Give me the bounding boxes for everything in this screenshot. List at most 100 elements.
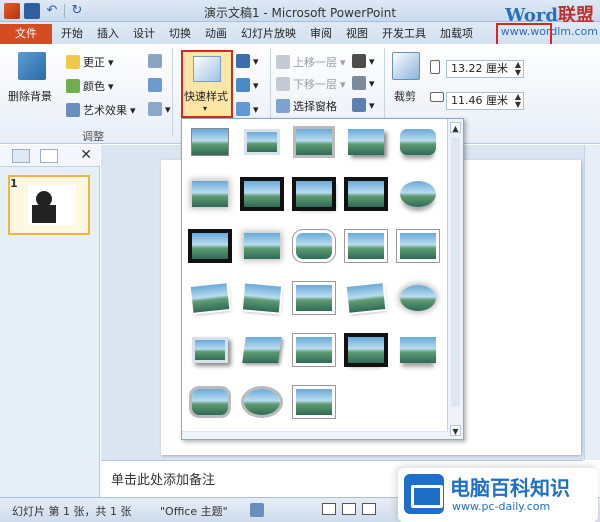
picture-border-button[interactable]: ▾: [236, 54, 259, 68]
tab-insert[interactable]: 插入: [90, 24, 126, 44]
remove-background-button[interactable]: 删除背景: [8, 88, 52, 104]
picture-style-preview: [296, 337, 332, 363]
picture-style-bevel-perspective-left-white[interactable]: [292, 333, 336, 367]
tab-home[interactable]: 开始: [54, 24, 90, 44]
color-icon: [66, 79, 80, 93]
tab-design[interactable]: 设计: [126, 24, 162, 44]
spellcheck-icon[interactable]: [250, 503, 264, 517]
picture-style-reflected-bevel-white[interactable]: [396, 333, 440, 367]
gallery-scrollbar[interactable]: ▲ ▼: [447, 119, 463, 439]
scroll-down-icon[interactable]: ▼: [450, 425, 461, 436]
format-tab-highlight: [496, 23, 552, 46]
bring-forward-button[interactable]: 上移一层 ▾: [276, 54, 346, 70]
tab-animations[interactable]: 动画: [198, 24, 234, 44]
normal-view-icon[interactable]: [322, 503, 336, 515]
picture-style-preview: [190, 283, 230, 313]
picture-style-preview: [244, 389, 280, 415]
align-button[interactable]: ▾: [352, 54, 375, 68]
picture-style-preview: [192, 389, 228, 415]
artistic-effects-button[interactable]: 艺术效果 ▾: [66, 102, 136, 118]
send-backward-icon: [276, 77, 290, 91]
picture-style-simple-frame-white[interactable]: [188, 125, 232, 159]
send-backward-button[interactable]: 下移一层 ▾: [276, 76, 346, 92]
tab-transitions[interactable]: 切换: [162, 24, 198, 44]
picture-style-reflected-perspective-right[interactable]: [240, 333, 284, 367]
thumbnail-picture: [28, 185, 76, 225]
picture-style-rounded-diagonal-corner-white[interactable]: [292, 229, 336, 263]
quick-styles-button[interactable]: 快速样式 ▾: [181, 50, 233, 118]
slide-count-status: 幻灯片 第 1 张，共 1 张: [12, 505, 132, 518]
theme-status[interactable]: "Office 主题": [160, 503, 228, 519]
picture-style-metal-oval[interactable]: [240, 385, 284, 419]
rotate-button[interactable]: ▾: [352, 98, 375, 112]
site-logo: 电脑百科知识 www.pc-daily.com: [398, 468, 598, 522]
width-spinner[interactable]: 11.46 厘米 ▲ ▼: [446, 92, 524, 110]
picture-style-beveled-oval-black[interactable]: [396, 177, 440, 211]
tab-review[interactable]: 审阅: [303, 24, 339, 44]
title-bar: ↶ ↻ 演示文稿1 - Microsoft PowerPoint Word联盟: [0, 0, 600, 26]
picture-style-soft-edge-rectangle[interactable]: [188, 177, 232, 211]
tab-view[interactable]: 视图: [339, 24, 375, 44]
slide-sorter-icon[interactable]: [342, 503, 356, 515]
gallery-resize-bar[interactable]: [182, 431, 448, 439]
slide-thumbnail[interactable]: [8, 175, 90, 235]
picture-style-double-frame-black[interactable]: [240, 177, 284, 211]
picture-style-simple-frame-gray[interactable]: [292, 385, 336, 419]
picture-style-drop-shadow-rectangle[interactable]: [344, 125, 388, 159]
corrections-button[interactable]: 更正 ▾: [66, 54, 114, 70]
picture-style-preview: [292, 177, 336, 211]
picture-style-bevel-perspective[interactable]: [188, 333, 232, 367]
spinner-arrows[interactable]: ▲ ▼: [515, 61, 521, 77]
picture-style-relaxed-perspective-white[interactable]: [292, 281, 336, 315]
vertical-scrollbar[interactable]: [584, 145, 600, 460]
tab-file[interactable]: 文件: [0, 24, 52, 44]
change-picture-icon: [148, 78, 162, 92]
picture-style-bevel-rectangle[interactable]: [396, 281, 440, 315]
tab-developer[interactable]: 开发工具: [375, 24, 433, 44]
reading-view-icon[interactable]: [362, 503, 376, 515]
picture-effects-button[interactable]: ▾: [236, 78, 259, 92]
picture-style-reflected-bevel-black[interactable]: [344, 333, 388, 367]
picture-style-reflected-rounded-rectangle[interactable]: [396, 125, 440, 159]
picture-style-center-shadow-rectangle[interactable]: [240, 229, 284, 263]
picture-style-soft-edge-oval[interactable]: [344, 281, 388, 315]
quick-styles-gallery: ▲ ▼: [181, 118, 464, 440]
picture-style-preview: [188, 229, 232, 263]
tab-slideshow[interactable]: 幻灯片放映: [234, 24, 303, 44]
close-icon[interactable]: ✕: [80, 147, 92, 163]
scroll-up-icon[interactable]: ▲: [450, 122, 461, 133]
group-button[interactable]: ▾: [352, 76, 375, 90]
picture-style-moderate-frame-white[interactable]: [396, 229, 440, 263]
picture-style-perspective-shadow-white[interactable]: [240, 281, 284, 315]
selection-pane-button[interactable]: 选择窗格: [276, 98, 337, 114]
change-picture-button[interactable]: [148, 78, 162, 92]
picture-style-rotated-white[interactable]: [188, 281, 232, 315]
tab-slides-thumbnails[interactable]: [12, 149, 30, 163]
picture-style-thick-matte-black[interactable]: [292, 177, 336, 211]
picture-style-compound-frame-black[interactable]: [188, 229, 232, 263]
group-divider: [172, 48, 173, 136]
color-button[interactable]: 颜色 ▾: [66, 78, 114, 94]
picture-style-metal-frame[interactable]: [292, 125, 336, 159]
picture-style-beveled-matte-white[interactable]: [240, 125, 284, 159]
picture-style-metal-rounded-rectangle[interactable]: [188, 385, 232, 419]
picture-style-snip-diagonal-corner-white[interactable]: [344, 229, 388, 263]
width-icon: [430, 92, 444, 102]
spinner-arrows[interactable]: ▲ ▼: [515, 93, 521, 109]
height-spinner[interactable]: 13.22 厘米 ▲ ▼: [446, 60, 524, 78]
tab-addins[interactable]: 加载项: [433, 24, 480, 44]
picture-style-preview: [242, 283, 282, 313]
picture-layout-button[interactable]: ▾: [236, 102, 259, 116]
tab-outline[interactable]: [40, 149, 58, 163]
picture-style-simple-frame-black[interactable]: [344, 177, 388, 211]
rotate-icon: [352, 98, 366, 112]
reset-picture-button[interactable]: ▾: [148, 102, 171, 116]
crop-button[interactable]: 裁剪: [394, 88, 416, 104]
align-icon: [352, 54, 366, 68]
remove-background-icon: [18, 52, 46, 80]
corrections-icon: [66, 55, 80, 69]
compress-pictures-button[interactable]: [148, 54, 162, 68]
picture-style-preview: [296, 285, 332, 311]
picture-style-preview: [244, 233, 280, 259]
scroll-thumb[interactable]: [451, 137, 460, 407]
